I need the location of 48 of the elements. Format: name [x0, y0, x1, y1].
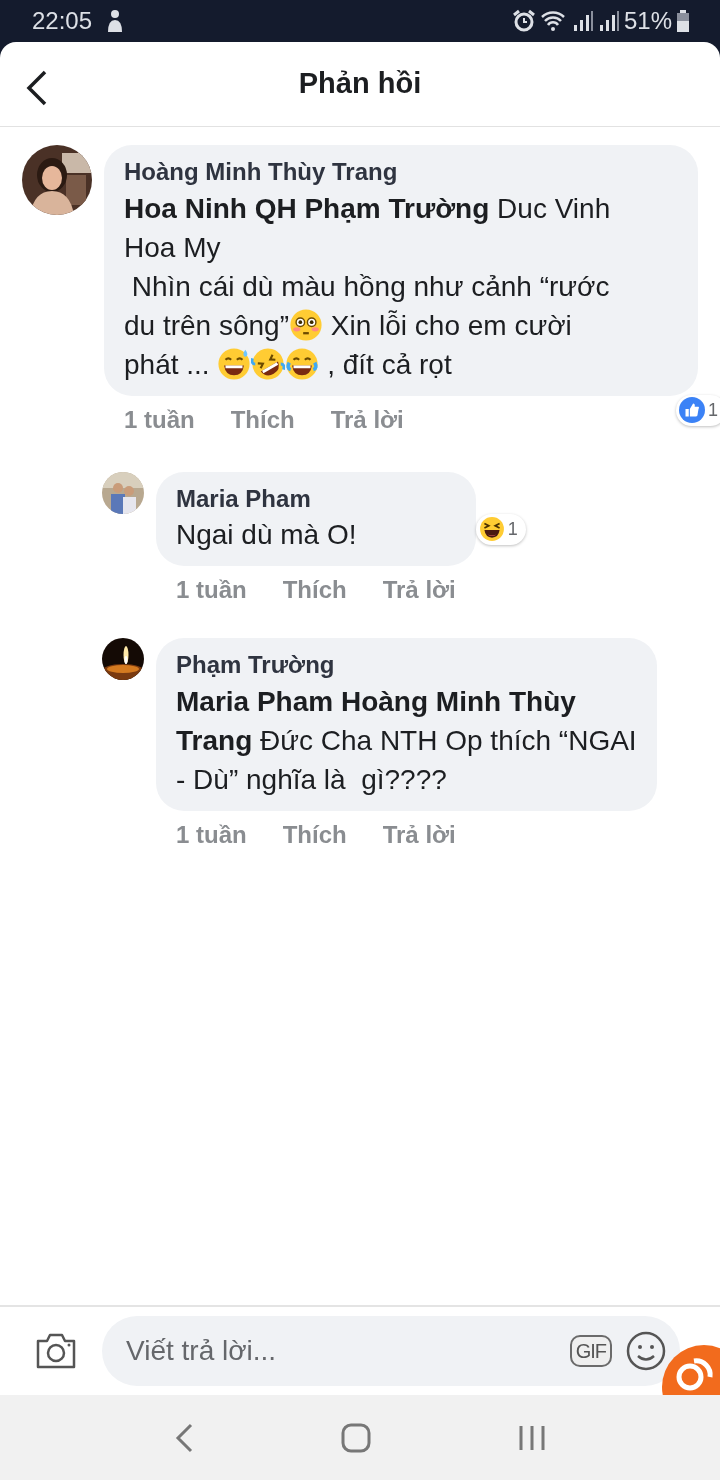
author-name[interactable]: Phạm Trường: [176, 648, 637, 682]
comment-text: - Dù” nghĩa là gì????: [176, 762, 447, 797]
gif-button[interactable]: GIF: [569, 1335, 612, 1367]
thumbs-up-icon: [679, 397, 705, 424]
alarm-icon: [511, 9, 536, 33]
author-name[interactable]: Hoàng Minh Thùy Trang: [124, 155, 678, 189]
comment-text: Ngai dù mà O!: [176, 518, 357, 553]
signal-icon: [571, 9, 594, 33]
like-link[interactable]: Thích: [282, 816, 347, 853]
battery-percent: 51%: [623, 6, 672, 36]
comment-text: Hoa My: [124, 230, 221, 265]
emoji-button[interactable]: [626, 1331, 666, 1371]
comment-time: 1 tuần: [124, 404, 195, 435]
comment-time: 1 tuần: [176, 819, 247, 850]
comment-text: , đít cả rọt: [326, 347, 452, 382]
comment-text: du trên sông”: [124, 308, 289, 343]
camera-button[interactable]: [34, 1331, 78, 1371]
sweat-smile-icon: [217, 347, 252, 382]
comment-text: Trang Đức Cha NTH Op thích “NGAI: [176, 723, 637, 758]
tears-of-joy-icon: [285, 347, 320, 382]
flushed-face-icon: [289, 308, 323, 343]
comment-text: Hoa Ninh QH Phạm Trường Duc Vinh: [124, 191, 611, 226]
back-icon: [173, 1421, 194, 1454]
reply-link[interactable]: Trả lời: [382, 572, 456, 609]
back-icon: [26, 70, 48, 106]
reply-link[interactable]: Trả lời: [330, 401, 404, 438]
reply-link[interactable]: Trả lời: [382, 816, 456, 853]
clock-time: 22:05: [32, 6, 93, 36]
rolling-laugh-icon: [251, 347, 286, 382]
reply-input-field[interactable]: Viết trả lời... GIF: [102, 1316, 680, 1386]
comment-time: 1 tuần: [176, 575, 247, 606]
smiley-icon: [626, 1331, 666, 1371]
like-link[interactable]: Thích: [230, 401, 295, 438]
comment-text: Maria Pham Hoàng Minh Thùy: [176, 684, 576, 719]
signal-icon: [597, 9, 620, 33]
like-link[interactable]: Thích: [282, 572, 347, 609]
laughing-face-icon: [478, 516, 505, 543]
camera-icon: [34, 1331, 78, 1371]
page-title: Phản hồi: [298, 66, 422, 102]
comment-text: Xin lỗi cho em cười: [329, 308, 572, 343]
comment-text: Nhìn cái dù màu hồng như cảnh “rước: [130, 269, 610, 304]
reaction-count: 1: [676, 394, 720, 426]
reaction-count: 1: [475, 513, 526, 545]
comment-text: phát ...: [124, 347, 211, 382]
battery-icon: [676, 9, 690, 33]
recent-apps-icon: [518, 1423, 547, 1452]
home-icon: [341, 1422, 371, 1453]
author-name[interactable]: Maria Pham: [176, 481, 456, 516]
